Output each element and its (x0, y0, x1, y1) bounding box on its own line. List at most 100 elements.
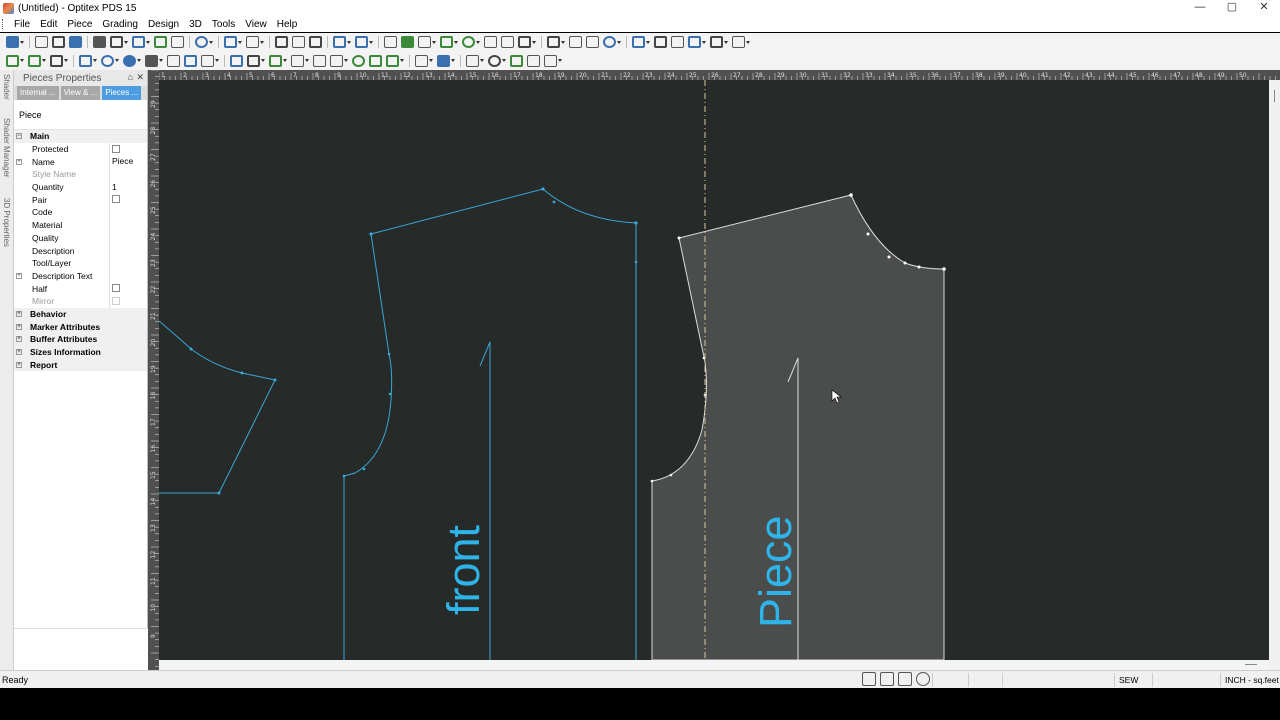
snap-grid-icon[interactable] (862, 672, 876, 686)
report-icon[interactable] (544, 54, 557, 67)
vertical-scrollbar[interactable] (1269, 80, 1280, 670)
dropdown-arrow-icon[interactable] (42, 59, 46, 62)
dropdown-arrow-icon[interactable] (369, 40, 373, 44)
tab-pieces[interactable]: Pieces ... (102, 86, 142, 100)
side-tab-shader[interactable]: Shader (2, 74, 11, 100)
bounding-box-icon[interactable] (313, 54, 326, 67)
undo-icon[interactable] (224, 36, 237, 48)
close-window-button[interactable]: ✕ (1248, 0, 1280, 16)
checkbox[interactable] (112, 144, 120, 153)
pleat-tool-icon[interactable] (518, 36, 531, 48)
menu-tools[interactable]: Tools (207, 19, 240, 30)
open-folder-icon[interactable] (52, 36, 65, 48)
property-row[interactable]: Quality (14, 231, 148, 245)
minimize-button[interactable]: — (1184, 0, 1216, 16)
expand-icon[interactable]: + (16, 349, 22, 356)
circle-tool-icon[interactable] (603, 36, 616, 48)
menu-edit[interactable]: Edit (35, 19, 62, 30)
dropdown-arrow-icon[interactable] (260, 40, 264, 44)
cut-icon[interactable] (275, 36, 288, 48)
dropdown-arrow-icon[interactable] (146, 40, 150, 44)
sleeve-piece[interactable] (159, 320, 277, 495)
expand-icon[interactable]: + (16, 361, 22, 368)
dropdown-arrow-icon[interactable] (159, 59, 163, 62)
dropdown-arrow-icon[interactable] (347, 40, 351, 44)
property-row[interactable]: + Description Text (14, 269, 148, 283)
property-row[interactable]: Half (14, 282, 147, 295)
property-row[interactable]: + Name Piece (14, 155, 148, 169)
canvas-drawing[interactable]: front Piece (159, 80, 1269, 660)
notch-tool-icon[interactable] (418, 36, 431, 48)
property-row[interactable]: Description (14, 244, 147, 257)
horizontal-scrollbar[interactable] (159, 660, 1269, 670)
dropdown-arrow-icon[interactable] (617, 40, 621, 44)
dropdown-arrow-icon[interactable] (561, 40, 565, 44)
property-value[interactable] (109, 231, 148, 245)
dropdown-arrow-icon[interactable] (305, 59, 309, 62)
width-icon[interactable] (654, 36, 667, 48)
dropdown-arrow-icon[interactable] (344, 59, 348, 62)
property-value[interactable]: Piece (109, 155, 148, 169)
grid-icon[interactable] (171, 36, 184, 48)
side-tab-shader-manager[interactable]: Shader Manager (2, 118, 11, 178)
align-icon[interactable] (632, 36, 645, 48)
property-checkbox[interactable] (109, 142, 148, 156)
group-icon[interactable] (291, 54, 304, 67)
plot-icon[interactable] (110, 36, 123, 48)
property-section[interactable]: + Report (14, 358, 147, 372)
dropdown-arrow-icon[interactable] (238, 40, 242, 44)
shape-tool-icon[interactable] (732, 36, 745, 48)
dropdown-arrow-icon[interactable] (124, 40, 128, 44)
preview-icon[interactable] (132, 36, 145, 48)
property-value[interactable] (109, 244, 148, 257)
dropdown-arrow-icon[interactable] (137, 59, 141, 62)
dropdown-arrow-icon[interactable] (724, 40, 728, 44)
checkbox[interactable] (112, 284, 120, 293)
menu-help[interactable]: Help (272, 19, 303, 30)
property-row[interactable]: Code (14, 206, 147, 219)
button-tool-icon[interactable] (488, 54, 501, 67)
flip-icon[interactable] (369, 54, 382, 67)
copy-icon[interactable] (292, 36, 305, 48)
property-section[interactable]: + Buffer Attributes (14, 333, 147, 346)
piece-tool-icon[interactable] (333, 36, 346, 48)
section-main[interactable]: − Main (14, 130, 147, 143)
expand-icon[interactable]: + (16, 272, 22, 279)
tab-internal[interactable]: Internal ... (17, 86, 59, 100)
maximize-button[interactable]: ▢ (1216, 0, 1248, 16)
image-icon[interactable] (50, 54, 63, 67)
expand-icon[interactable]: + (16, 310, 22, 317)
menu-view[interactable]: View (240, 19, 272, 30)
property-section[interactable]: + Marker Attributes (14, 320, 147, 333)
property-value[interactable] (109, 269, 148, 283)
property-row[interactable]: Mirror (14, 294, 147, 308)
menu-grading[interactable]: Grading (97, 19, 143, 30)
cut-line-icon[interactable] (547, 36, 560, 48)
print-icon[interactable] (93, 36, 106, 48)
fill-icon[interactable] (437, 54, 450, 67)
paste-icon[interactable] (309, 36, 322, 48)
dropdown-arrow-icon[interactable] (215, 59, 219, 62)
dropdown-arrow-icon[interactable] (429, 59, 433, 62)
text-tool-icon[interactable] (710, 36, 723, 48)
select-arrow-icon[interactable] (6, 36, 19, 48)
add-point-icon[interactable] (28, 54, 41, 67)
dropdown-arrow-icon[interactable] (93, 59, 97, 62)
dropdown-arrow-icon[interactable] (646, 40, 650, 44)
menu-file[interactable]: File (9, 19, 35, 30)
snap-point-icon[interactable] (880, 672, 894, 686)
property-row[interactable]: Material (14, 218, 147, 232)
redo-icon[interactable] (246, 36, 259, 48)
property-value[interactable]: 1 (109, 180, 148, 194)
layer-icon[interactable] (415, 54, 428, 67)
side-tab-3d-properties[interactable]: 3D Properties (2, 198, 11, 247)
drawing-canvas[interactable]: front Piece (159, 80, 1269, 660)
merge-icon[interactable] (586, 36, 599, 48)
selected-piece[interactable]: Piece (650, 193, 946, 660)
dropdown-arrow-icon[interactable] (476, 40, 480, 44)
close-panel-icon[interactable]: ✕ (136, 72, 144, 83)
collapse-icon[interactable]: − (16, 133, 22, 140)
move-point-icon[interactable] (269, 54, 282, 67)
dropdown-arrow-icon[interactable] (532, 40, 536, 44)
rectangle-tool-icon[interactable] (401, 36, 414, 48)
